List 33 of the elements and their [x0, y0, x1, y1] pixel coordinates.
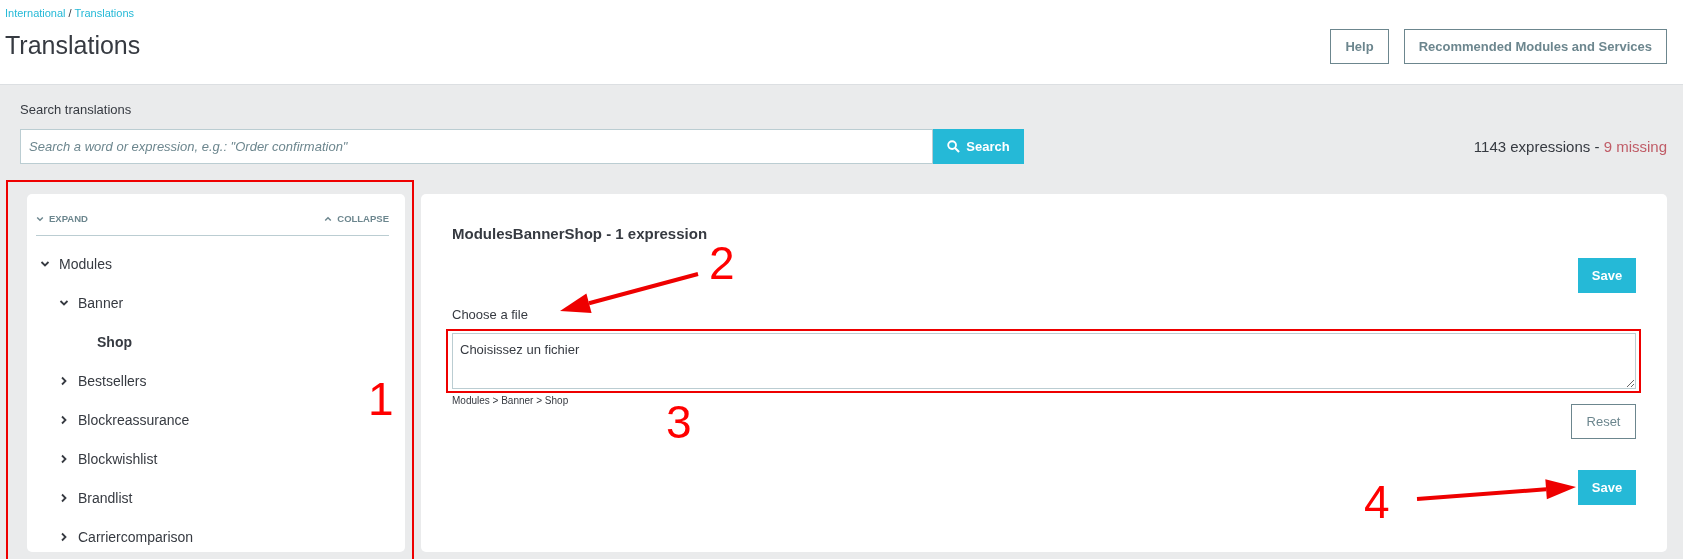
- save-button[interactable]: Save: [1578, 258, 1636, 293]
- section-heading: ModulesBannerShop - 1 expression: [452, 224, 709, 244]
- breadcrumb-link[interactable]: International: [5, 7, 66, 19]
- tree-item[interactable]: Bestsellers: [78, 372, 147, 389]
- tree-item[interactable]: Brandlist: [78, 489, 133, 506]
- count-separator: -: [1593, 138, 1601, 155]
- tree-item[interactable]: Carriercomparison: [78, 528, 194, 545]
- search-label: Search translations: [20, 102, 133, 118]
- expand-link[interactable]: EXPAND: [36, 213, 88, 224]
- search-field[interactable]: Search a word or expression, e.g.: "Order confirmation": [20, 129, 933, 164]
- search-button[interactable]: Search: [933, 129, 1024, 164]
- breadcrumb-link[interactable]: Translations: [74, 7, 135, 19]
- annotation-number: 2: [709, 240, 735, 286]
- help-button[interactable]: Help: [1330, 29, 1389, 64]
- tree-item[interactable]: Modules: [59, 255, 112, 272]
- tree-item[interactable]: Shop: [97, 333, 132, 350]
- breadcrumb-separator: /: [67, 7, 73, 19]
- annotation-number: 4: [1364, 479, 1390, 525]
- tree-item[interactable]: Banner: [78, 294, 124, 311]
- collapse-link[interactable]: COLLAPSE: [324, 213, 389, 224]
- recommended-modules-button[interactable]: Recommended Modules and Services: [1403, 29, 1667, 64]
- file-path: Modules > Banner > Shop: [452, 395, 569, 406]
- tree-item[interactable]: Blockreassurance: [78, 411, 190, 428]
- annotation-number: 3: [666, 399, 692, 445]
- annotation-number: 1: [368, 376, 394, 422]
- page-title: Translations: [5, 31, 141, 60]
- translation-field[interactable]: Choisissez un fichier: [452, 333, 1636, 389]
- tree-item[interactable]: Blockwishlist: [78, 450, 158, 467]
- field-label: Choose a file: [452, 307, 529, 323]
- save-button[interactable]: Save: [1578, 470, 1636, 505]
- missing-count: 9 missing: [1603, 138, 1667, 155]
- expressions-count: 1143 expressions: [1473, 138, 1591, 155]
- reset-button[interactable]: Reset: [1571, 404, 1636, 439]
